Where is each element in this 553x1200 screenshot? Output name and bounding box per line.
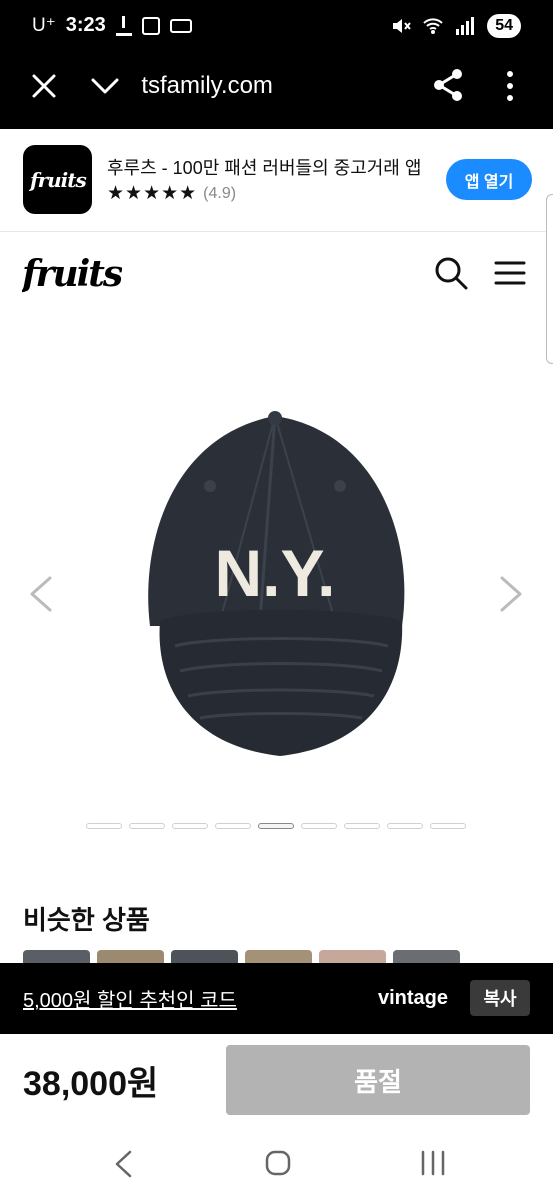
- gallery-dot[interactable]: [258, 823, 294, 829]
- purchase-bar: 38,000원 품절: [0, 1034, 553, 1129]
- similar-item-thumbnail[interactable]: [97, 950, 164, 964]
- back-icon[interactable]: [112, 1149, 134, 1179]
- notification-icon: [169, 18, 192, 33]
- product-image: N.Y.: [148, 411, 405, 756]
- carrier-label: U⁺: [32, 15, 56, 36]
- gallery-dot[interactable]: [86, 823, 122, 829]
- rating-value: (4.9): [203, 184, 237, 202]
- menu-icon[interactable]: [494, 259, 526, 287]
- site-logo[interactable]: fruits: [22, 252, 122, 296]
- similar-item-thumbnail[interactable]: [171, 950, 238, 964]
- similar-item-thumbnail[interactable]: [245, 950, 312, 964]
- fruits-logo-icon: fruits: [28, 168, 88, 192]
- similar-item-thumbnail[interactable]: [23, 950, 90, 964]
- gallery-dot[interactable]: [129, 823, 165, 829]
- status-left: U⁺ 3:23: [32, 14, 192, 37]
- product-gallery[interactable]: N.Y.: [0, 314, 553, 874]
- clock: 3:23: [65, 14, 106, 36]
- recent-apps-icon[interactable]: [418, 1149, 448, 1177]
- chevron-down-icon[interactable]: [90, 74, 120, 98]
- status-bar: U⁺ 3:23 54: [0, 0, 553, 56]
- app-title: 후루츠 - 100만 패션 러버들의 중고거래 앱: [107, 158, 422, 178]
- gallery-dot[interactable]: [344, 823, 380, 829]
- browser-toolbar: fruitsfamily.com: [0, 56, 553, 129]
- close-icon[interactable]: [30, 72, 58, 100]
- app-install-banner: fruits 후루츠 - 100만 패션 러버들의 중고거래 앱 ★★★★★ (…: [0, 129, 553, 232]
- star-rating-icon: ★★★★★: [107, 183, 198, 204]
- chevron-left-icon[interactable]: [26, 574, 56, 614]
- signal-icon: [456, 17, 475, 35]
- similar-item-thumbnail[interactable]: [393, 950, 460, 964]
- similar-items-list[interactable]: [23, 950, 460, 964]
- status-right: 54: [391, 14, 521, 38]
- gallery-indicator: [86, 823, 466, 829]
- svg-text:fruits: fruits: [28, 168, 87, 192]
- cap-embroidery-text: N.Y.: [214, 536, 335, 610]
- gallery-dot[interactable]: [301, 823, 337, 829]
- wifi-icon: [423, 18, 443, 34]
- more-options-icon[interactable]: [500, 70, 520, 102]
- gallery-dot[interactable]: [387, 823, 423, 829]
- home-icon[interactable]: [264, 1149, 292, 1177]
- sold-out-button[interactable]: 품절: [226, 1045, 530, 1115]
- gallery-dot[interactable]: [215, 823, 251, 829]
- copy-button[interactable]: 복사: [470, 980, 530, 1016]
- similar-items-title: 비슷한 상품: [23, 905, 150, 935]
- share-icon[interactable]: [432, 68, 464, 102]
- site-header: fruits: [0, 232, 553, 314]
- download-icon: [115, 15, 132, 36]
- url-bar[interactable]: fruitsfamily.com: [140, 72, 350, 100]
- screenshot-icon: [141, 16, 160, 35]
- similar-item-thumbnail[interactable]: [319, 950, 386, 964]
- app-logo: fruits: [23, 145, 92, 214]
- open-app-button[interactable]: 앱 열기: [446, 159, 532, 200]
- gallery-dot[interactable]: [430, 823, 466, 829]
- product-price: 38,000원: [23, 1065, 159, 1103]
- referral-link[interactable]: 5,000원 할인 추천인 코드: [23, 984, 237, 1013]
- url-text: fruitsfamily.com: [140, 72, 273, 99]
- referral-banner: 5,000원 할인 추천인 코드 vintage 복사: [0, 963, 553, 1034]
- system-nav-bar: [0, 1129, 553, 1200]
- battery-badge: 54: [487, 14, 521, 38]
- search-icon[interactable]: [434, 256, 468, 290]
- chevron-right-icon[interactable]: [496, 574, 526, 614]
- referral-code: vintage: [378, 987, 449, 1009]
- mute-icon: [393, 19, 411, 33]
- svg-text:fruits: fruits: [22, 253, 122, 295]
- gallery-dot[interactable]: [172, 823, 208, 829]
- app-rating: ★★★★★ (4.9): [107, 182, 236, 205]
